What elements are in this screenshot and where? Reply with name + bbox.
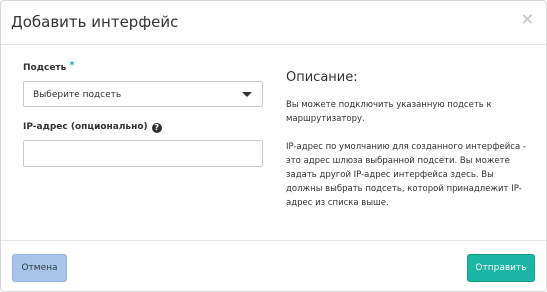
caret-down-icon bbox=[242, 92, 252, 97]
subnet-select[interactable]: Выберите подсеть bbox=[23, 81, 263, 107]
dialog-title: Добавить интерфейс bbox=[11, 13, 179, 31]
description-heading: Описание: bbox=[286, 70, 358, 85]
question-circle-icon[interactable]: ? bbox=[151, 123, 162, 133]
required-marker: * bbox=[69, 60, 75, 71]
description-paragraph-1: Вы можете подключить указанную подсеть к… bbox=[286, 100, 492, 124]
ip-address-input[interactable] bbox=[23, 140, 263, 167]
description-paragraph-2: IP-адрес по умолчанию для созданного инт… bbox=[286, 142, 526, 208]
subnet-label: Подсеть * bbox=[23, 60, 75, 73]
dialog-footer: Отмена Отправить bbox=[1, 240, 546, 292]
submit-button[interactable]: Отправить bbox=[467, 254, 535, 282]
add-interface-dialog: Добавить интерфейс × Подсеть * Выберите п… bbox=[0, 0, 547, 292]
cancel-button[interactable]: Отмена bbox=[12, 254, 67, 282]
dialog-header: Добавить интерфейс × bbox=[1, 1, 546, 45]
ip-address-label: IP-адрес (опционально)? bbox=[23, 122, 162, 133]
close-icon[interactable]: × bbox=[521, 11, 534, 27]
ip-address-label-text: IP-адрес (опционально) bbox=[23, 122, 148, 132]
subnet-label-text: Подсеть bbox=[23, 63, 67, 73]
dialog-body: Подсеть * Выберите подсеть IP-адрес (опци… bbox=[1, 45, 546, 240]
subnet-select-value: Выберите подсеть bbox=[33, 90, 122, 100]
